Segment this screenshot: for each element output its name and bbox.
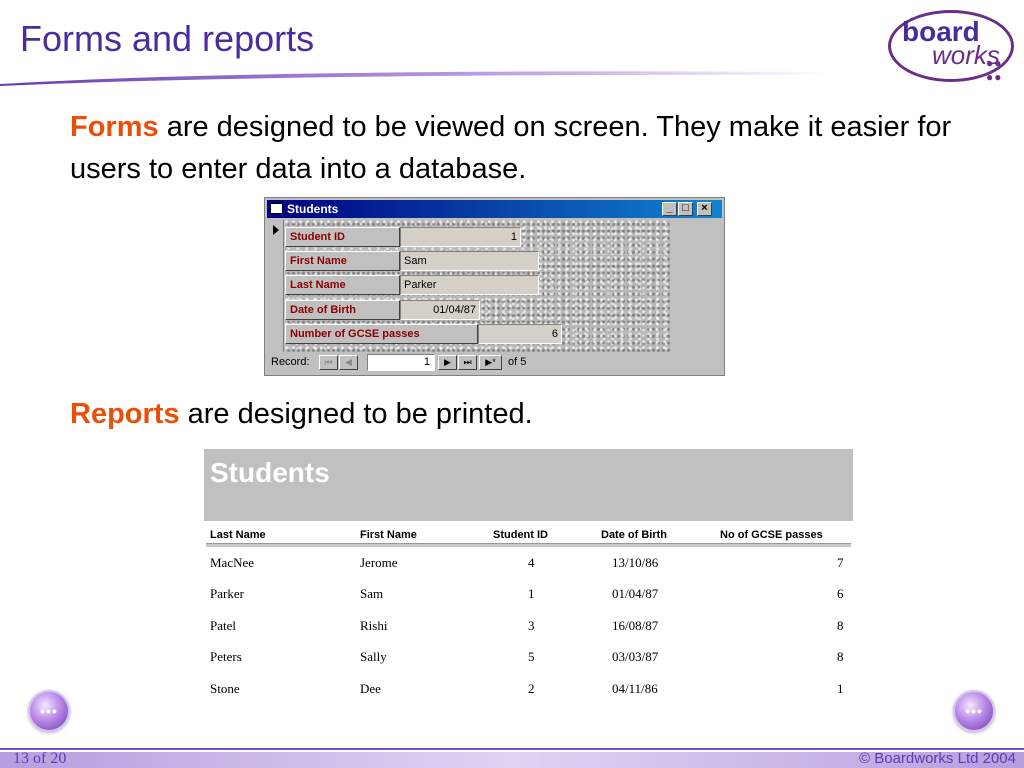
report-row: Peters Sally 5 03/03/87 8 <box>204 649 853 679</box>
student-id-field[interactable]: 1 <box>400 227 521 247</box>
cell-first-name: Jerome <box>360 555 398 570</box>
record-navigation-bar: Record: ⏮ ◀ 1 ▶ ⏭ ▶* of 5 <box>268 352 721 372</box>
form-window-icon[interactable] <box>270 203 283 214</box>
cell-first-name: Sally <box>360 649 387 664</box>
report-header: Students <box>204 449 853 521</box>
slide-title: Forms and reports <box>20 18 315 59</box>
next-arrow-icon: ••• <box>965 703 983 719</box>
record-label: Record: <box>271 356 310 368</box>
gcse-passes-label: Number of GCSE passes <box>285 324 478 344</box>
next-record-icon[interactable]: ▶ <box>438 355 457 370</box>
cell-first-name: Dee <box>360 681 381 696</box>
report-title: Students <box>210 457 330 488</box>
record-count: of 5 <box>508 356 527 368</box>
cell-gcse-passes: 1 <box>837 681 844 696</box>
date-of-birth-field[interactable]: 01/04/87 <box>400 300 480 320</box>
copyright-notice: © Boardworks Ltd 2004 <box>859 750 1016 767</box>
logo-dots-icon: ●● ●● <box>986 56 1003 84</box>
cell-date-of-birth: 13/10/86 <box>612 555 659 570</box>
cell-date-of-birth: 03/03/87 <box>612 649 659 664</box>
cell-gcse-passes: 8 <box>837 618 844 633</box>
cell-gcse-passes: 6 <box>837 586 844 601</box>
minimize-button[interactable]: _ <box>662 202 677 216</box>
maximize-button[interactable]: □ <box>678 202 693 216</box>
gcse-passes-field[interactable]: 6 <box>478 324 562 344</box>
cell-first-name: Sam <box>360 586 384 601</box>
column-header-first-name: First Name <box>360 529 417 541</box>
first-name-field[interactable]: Sam <box>400 251 539 271</box>
report-row: Stone Dee 2 04/11/86 1 <box>204 681 853 711</box>
cell-gcse-passes: 8 <box>837 649 844 664</box>
cell-first-name: Rishi <box>360 618 388 633</box>
reports-keyword: Reports <box>70 398 180 430</box>
record-number-input[interactable]: 1 <box>367 354 435 371</box>
forms-text: are designed to be viewed on screen. The… <box>70 111 952 185</box>
column-header-gcse-passes: No of GCSE passes <box>720 529 823 541</box>
record-selector[interactable] <box>268 220 284 352</box>
last-record-icon[interactable]: ⏭ <box>458 355 477 370</box>
cell-date-of-birth: 16/08/87 <box>612 618 659 633</box>
form-window-title: Students <box>287 202 339 216</box>
title-underline <box>0 71 830 86</box>
cell-last-name: Parker <box>210 586 244 601</box>
reports-description: Reports are designed to be printed. <box>70 393 970 435</box>
reports-text: are designed to be printed. <box>179 398 533 430</box>
cell-student-id: 1 <box>528 586 535 601</box>
cell-last-name: MacNee <box>210 555 255 570</box>
last-name-field[interactable]: Parker <box>400 275 539 295</box>
new-record-icon[interactable]: ▶* <box>479 355 502 370</box>
report-row: Patel Rishi 3 16/08/87 8 <box>204 618 853 648</box>
previous-arrow-icon: ••• <box>40 703 58 719</box>
date-of-birth-label: Date of Birth <box>285 300 400 320</box>
column-header-date-of-birth: Date of Birth <box>601 529 667 541</box>
current-record-arrow-icon <box>273 225 279 235</box>
first-record-icon[interactable]: ⏮ <box>319 355 338 370</box>
cell-last-name: Peters <box>210 649 242 664</box>
cell-student-id: 3 <box>528 618 535 633</box>
cell-last-name: Stone <box>210 681 240 696</box>
cell-student-id: 4 <box>528 555 535 570</box>
students-report: Students Last Name First Name Student ID… <box>204 449 853 704</box>
column-header-last-name: Last Name <box>210 529 266 541</box>
column-header-student-id: Student ID <box>493 529 548 541</box>
page-number: 13 of 20 <box>13 750 67 767</box>
last-name-label: Last Name <box>285 275 400 295</box>
report-header-rule <box>206 543 851 547</box>
forms-keyword: Forms <box>70 111 159 143</box>
previous-record-icon[interactable]: ◀ <box>339 355 358 370</box>
report-row: MacNee Jerome 4 13/10/86 7 <box>204 555 853 585</box>
cell-gcse-passes: 7 <box>837 555 844 570</box>
cell-last-name: Patel <box>210 618 236 633</box>
cell-date-of-birth: 01/04/87 <box>612 586 659 601</box>
next-slide-button[interactable]: ••• <box>953 690 995 732</box>
form-titlebar[interactable]: Students <box>267 200 722 218</box>
students-form-window: Students _ □ × Student ID 1 First Name S… <box>264 197 725 376</box>
cell-date-of-birth: 04/11/86 <box>612 681 658 696</box>
first-name-label: First Name <box>285 251 400 271</box>
previous-slide-button[interactable]: ••• <box>28 690 70 732</box>
close-button[interactable]: × <box>697 202 712 216</box>
cell-student-id: 5 <box>528 649 535 664</box>
forms-description: Forms are designed to be viewed on scree… <box>70 106 970 190</box>
student-id-label: Student ID <box>285 227 400 247</box>
report-row: Parker Sam 1 01/04/87 6 <box>204 586 853 616</box>
cell-student-id: 2 <box>528 681 535 696</box>
boardworks-logo: board works ●● ●● <box>886 6 1018 84</box>
